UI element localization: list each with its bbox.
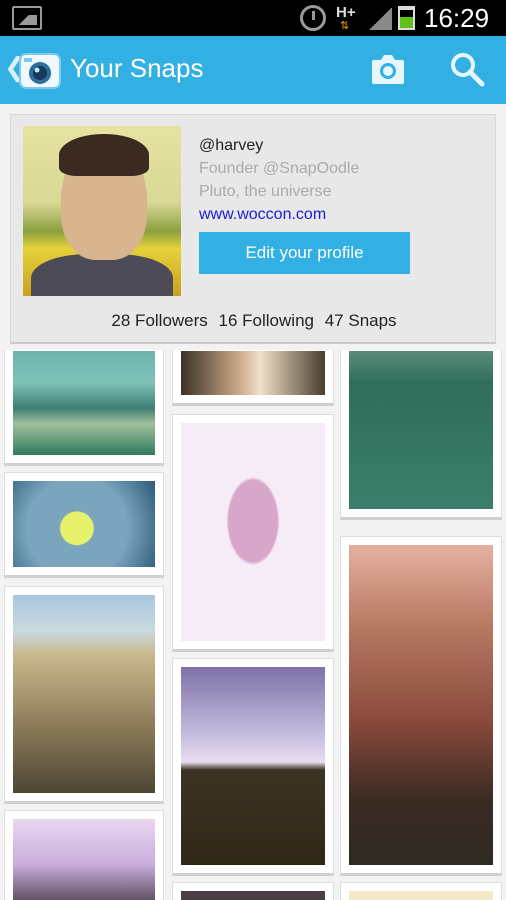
- snaps-count[interactable]: 47 Snaps: [325, 311, 397, 330]
- snap-selfie[interactable]: [172, 414, 334, 652]
- followers-count[interactable]: 28 Followers: [111, 311, 207, 330]
- action-bar: ❮ Your Snaps: [0, 36, 506, 104]
- snap-airport[interactable]: [4, 350, 164, 466]
- profile-website-link[interactable]: www.woccon.com: [199, 206, 326, 224]
- avatar[interactable]: [23, 126, 181, 296]
- profile-stats: 28 Followers 16 Following 47 Snaps: [11, 311, 497, 331]
- profile-handle: @harvey: [199, 137, 264, 154]
- clock: 16:29: [424, 3, 490, 33]
- snap-partial-right[interactable]: [340, 882, 502, 900]
- signal-icon: [368, 8, 392, 30]
- battery-icon: [398, 6, 415, 30]
- snap-window-light[interactable]: [172, 350, 334, 406]
- profile-card: @harvey Founder @SnapOodle Pluto, the un…: [10, 114, 496, 344]
- snap-spires[interactable]: [4, 810, 164, 900]
- snap-chapel-silhouette[interactable]: [172, 658, 334, 876]
- snap-tennis-court[interactable]: [340, 350, 502, 520]
- data-activity-icon: ⇅: [340, 20, 350, 32]
- app-logo-icon[interactable]: [16, 46, 64, 94]
- edit-profile-button[interactable]: Edit your profile: [199, 232, 410, 274]
- profile-location: Pluto, the universe: [199, 183, 332, 200]
- snap-college-building[interactable]: [4, 586, 164, 804]
- following-count[interactable]: 16 Following: [219, 311, 314, 330]
- search-icon[interactable]: [448, 50, 486, 88]
- status-bar: H+ ⇅ 16:29: [0, 0, 506, 36]
- profile-bio: Founder @SnapOodle: [199, 160, 360, 177]
- gallery-notification-icon: [12, 6, 42, 30]
- snap-tennis-ball[interactable]: [4, 472, 164, 578]
- snap-partial-center[interactable]: [172, 882, 334, 900]
- snaps-grid: [0, 350, 506, 900]
- camera-icon[interactable]: [370, 52, 406, 86]
- page-title: Your Snaps: [70, 53, 204, 83]
- alarm-icon: [300, 5, 326, 31]
- snap-chapel-window[interactable]: [340, 536, 502, 876]
